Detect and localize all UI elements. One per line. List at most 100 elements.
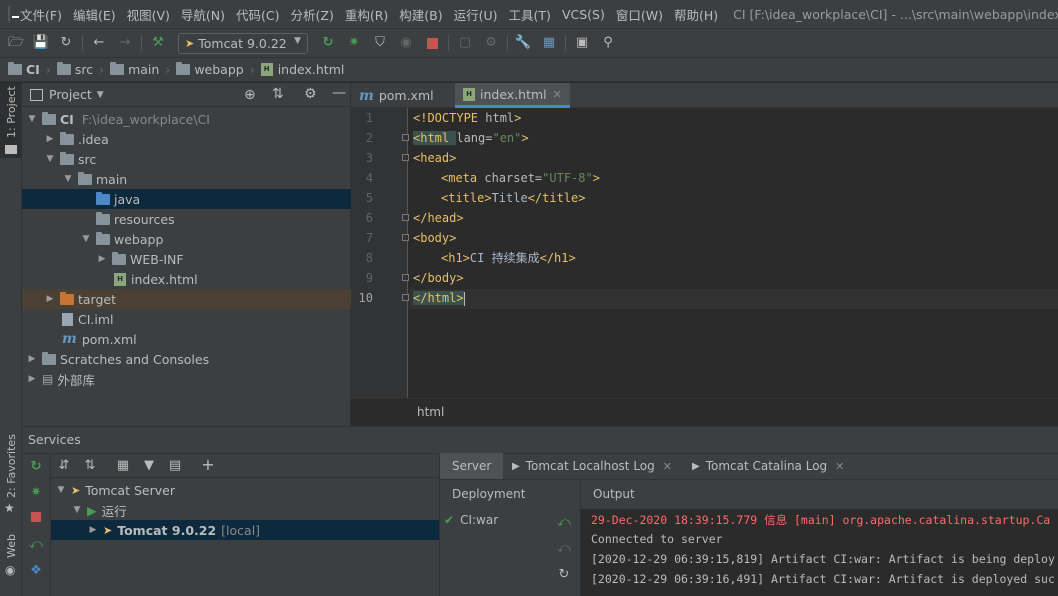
rerun-icon[interactable]: ↻ xyxy=(320,35,336,51)
service-tomcat-server[interactable]: ▼ ➤ Tomcat Server xyxy=(51,480,439,500)
menu-vcs[interactable]: VCS(S) xyxy=(562,7,605,22)
fold-marker-icon[interactable] xyxy=(402,234,409,241)
output-console[interactable]: 29-Dec-2020 18:39:15.779 信息 [main] org.a… xyxy=(581,509,1058,596)
tree-node-web-inf[interactable]: ▶ WEB-INF xyxy=(22,249,351,269)
run-configuration-select[interactable]: ➤ Tomcat 9.0.22 ▼ xyxy=(178,33,308,54)
tab-pom-xml[interactable]: m pom.xml xyxy=(351,83,442,108)
service-running-group[interactable]: ▼ ▶ 运行 xyxy=(51,500,439,520)
tree-node-scratches[interactable]: ▶ Scratches and Consoles xyxy=(22,349,351,369)
collapse-all-icon[interactable]: ⇅ xyxy=(272,86,284,102)
fold-marker-icon[interactable] xyxy=(402,294,409,301)
tree-node-idea[interactable]: ▶ .idea xyxy=(22,129,351,149)
menu-build[interactable]: 构建(B) xyxy=(399,5,442,24)
collapse-arrow-icon[interactable]: ▶ xyxy=(26,374,38,384)
locate-file-icon[interactable]: ⊕ xyxy=(244,87,256,103)
refresh-icon[interactable]: ↻ xyxy=(556,567,572,583)
close-icon[interactable]: ✕ xyxy=(553,88,562,101)
chevron-down-icon[interactable]: ▼ xyxy=(97,90,104,100)
tree-node-target[interactable]: ▶ target xyxy=(22,289,351,309)
expand-arrow-icon[interactable]: ▼ xyxy=(26,114,38,124)
back-icon[interactable]: ← xyxy=(91,35,107,51)
terminal-icon[interactable]: ▣ xyxy=(574,35,590,51)
deploy-icon[interactable]: ⤺ xyxy=(28,537,44,553)
expand-arrow-icon[interactable]: ▼ xyxy=(80,234,92,244)
attach-icon[interactable]: ⚙ xyxy=(483,35,499,51)
undeploy-icon[interactable]: ⤺ xyxy=(556,541,572,557)
expand-arrow-icon[interactable]: ▼ xyxy=(44,154,56,164)
tree-node-resources[interactable]: resources xyxy=(22,209,351,229)
expand-arrow-icon[interactable]: ▼ xyxy=(55,485,67,495)
collapse-arrow-icon[interactable]: ▶ xyxy=(44,134,56,144)
minimize-icon[interactable]: — xyxy=(332,85,346,101)
forward-icon[interactable]: → xyxy=(117,35,133,51)
tree-node-webapp[interactable]: ▼ webapp xyxy=(22,229,351,249)
fold-marker-icon[interactable] xyxy=(402,214,409,221)
collapse-all-icon[interactable]: ⇅ xyxy=(82,458,98,474)
deploy-icon[interactable]: ⤺ xyxy=(556,515,572,531)
build-hammer-icon[interactable]: ⚒ xyxy=(150,35,166,51)
service-tomcat-9[interactable]: ▶ ➤ Tomcat 9.0.22 [local] xyxy=(51,520,439,540)
rerun-icon[interactable]: ↻ xyxy=(28,459,44,475)
update-icon[interactable]: ❖ xyxy=(28,563,44,579)
tab-index-html[interactable]: H index.html ✕ xyxy=(455,83,570,108)
tree-node-ci[interactable]: ▼ CI F:\idea_workplace\CI xyxy=(22,109,351,129)
new-tab-icon[interactable]: ▤ xyxy=(167,458,183,474)
stop-icon[interactable] xyxy=(28,511,44,527)
expand-all-icon[interactable]: ⇵ xyxy=(56,458,72,474)
group-by-icon[interactable]: ▦ xyxy=(115,458,131,474)
save-icon[interactable]: 💾 xyxy=(33,35,49,51)
expand-arrow-icon[interactable]: ▼ xyxy=(71,505,83,515)
tree-node-index-html[interactable]: H index.html xyxy=(22,269,351,289)
tree-node-pom-xml[interactable]: m pom.xml xyxy=(22,329,351,349)
collapse-arrow-icon[interactable]: ▶ xyxy=(87,525,99,535)
menu-tools[interactable]: 工具(T) xyxy=(509,5,551,24)
collapse-arrow-icon[interactable]: ▶ xyxy=(44,294,56,304)
menu-analyze[interactable]: 分析(Z) xyxy=(291,5,334,24)
menu-help[interactable]: 帮助(H) xyxy=(674,5,718,24)
debug-icon[interactable]: ✷ xyxy=(346,35,362,51)
menu-code[interactable]: 代码(C) xyxy=(236,5,279,24)
crumb-webapp[interactable]: webapp xyxy=(176,62,244,77)
fold-marker-icon[interactable] xyxy=(402,274,409,281)
menu-refactor[interactable]: 重构(R) xyxy=(345,5,388,24)
close-icon[interactable]: ✕ xyxy=(835,460,844,473)
stop-icon[interactable] xyxy=(424,35,440,51)
crumb-index-html[interactable]: Hindex.html xyxy=(260,62,344,77)
update-app-icon[interactable]: ▢ xyxy=(457,35,473,51)
menu-edit[interactable]: 编辑(E) xyxy=(73,5,116,24)
sync-icon[interactable]: ↻ xyxy=(58,35,74,51)
menu-file[interactable]: 文件(F) xyxy=(20,5,62,24)
crumb-main[interactable]: main xyxy=(110,62,159,77)
menu-run[interactable]: 运行(U) xyxy=(454,5,498,24)
gear-icon[interactable]: ⚙ xyxy=(304,86,317,102)
filter-icon[interactable]: ▼ xyxy=(141,458,157,474)
profile-icon[interactable]: ◉ xyxy=(398,35,414,51)
close-icon[interactable]: ✕ xyxy=(663,460,672,473)
collapse-arrow-icon[interactable]: ▶ xyxy=(96,254,108,264)
tree-node-src[interactable]: ▼ src xyxy=(22,149,351,169)
project-panel-title[interactable]: Project xyxy=(49,87,92,102)
fold-marker-icon[interactable] xyxy=(402,134,409,141)
stripe-favorites-label[interactable]: 2: Favorites xyxy=(5,434,18,498)
collapse-arrow-icon[interactable]: ▶ xyxy=(26,354,38,364)
expand-arrow-icon[interactable]: ▼ xyxy=(62,174,74,184)
menu-window[interactable]: 窗口(W) xyxy=(616,5,663,24)
tree-node-java[interactable]: java xyxy=(22,189,351,209)
tree-node-external-libraries[interactable]: ▶ ▤ 外部库 xyxy=(22,369,351,389)
menu-view[interactable]: 视图(V) xyxy=(127,5,170,24)
tab-server[interactable]: Server xyxy=(440,453,504,479)
tab-catalina-log[interactable]: ▶ Tomcat Catalina Log ✕ xyxy=(680,453,856,479)
tree-node-ci-iml[interactable]: CI.iml xyxy=(22,309,351,329)
debug-icon[interactable]: ✷ xyxy=(28,485,44,501)
stripe-web-label[interactable]: Web xyxy=(5,534,18,558)
coverage-icon[interactable]: ⛉ xyxy=(372,35,388,51)
menu-navigate[interactable]: 导航(N) xyxy=(181,5,225,24)
search-icon[interactable]: ⚲ xyxy=(600,35,616,51)
crumb-src[interactable]: src xyxy=(56,62,93,77)
deployment-item[interactable]: ✔ CI:war xyxy=(444,513,498,527)
wrench-icon[interactable]: 🔧 xyxy=(515,35,531,51)
open-folder-icon[interactable]: 🗁 xyxy=(8,35,24,51)
editor-crumb-html[interactable]: html xyxy=(417,405,444,419)
crumb-ci[interactable]: CI xyxy=(8,62,40,77)
project-structure-icon[interactable]: ▦ xyxy=(541,35,557,51)
